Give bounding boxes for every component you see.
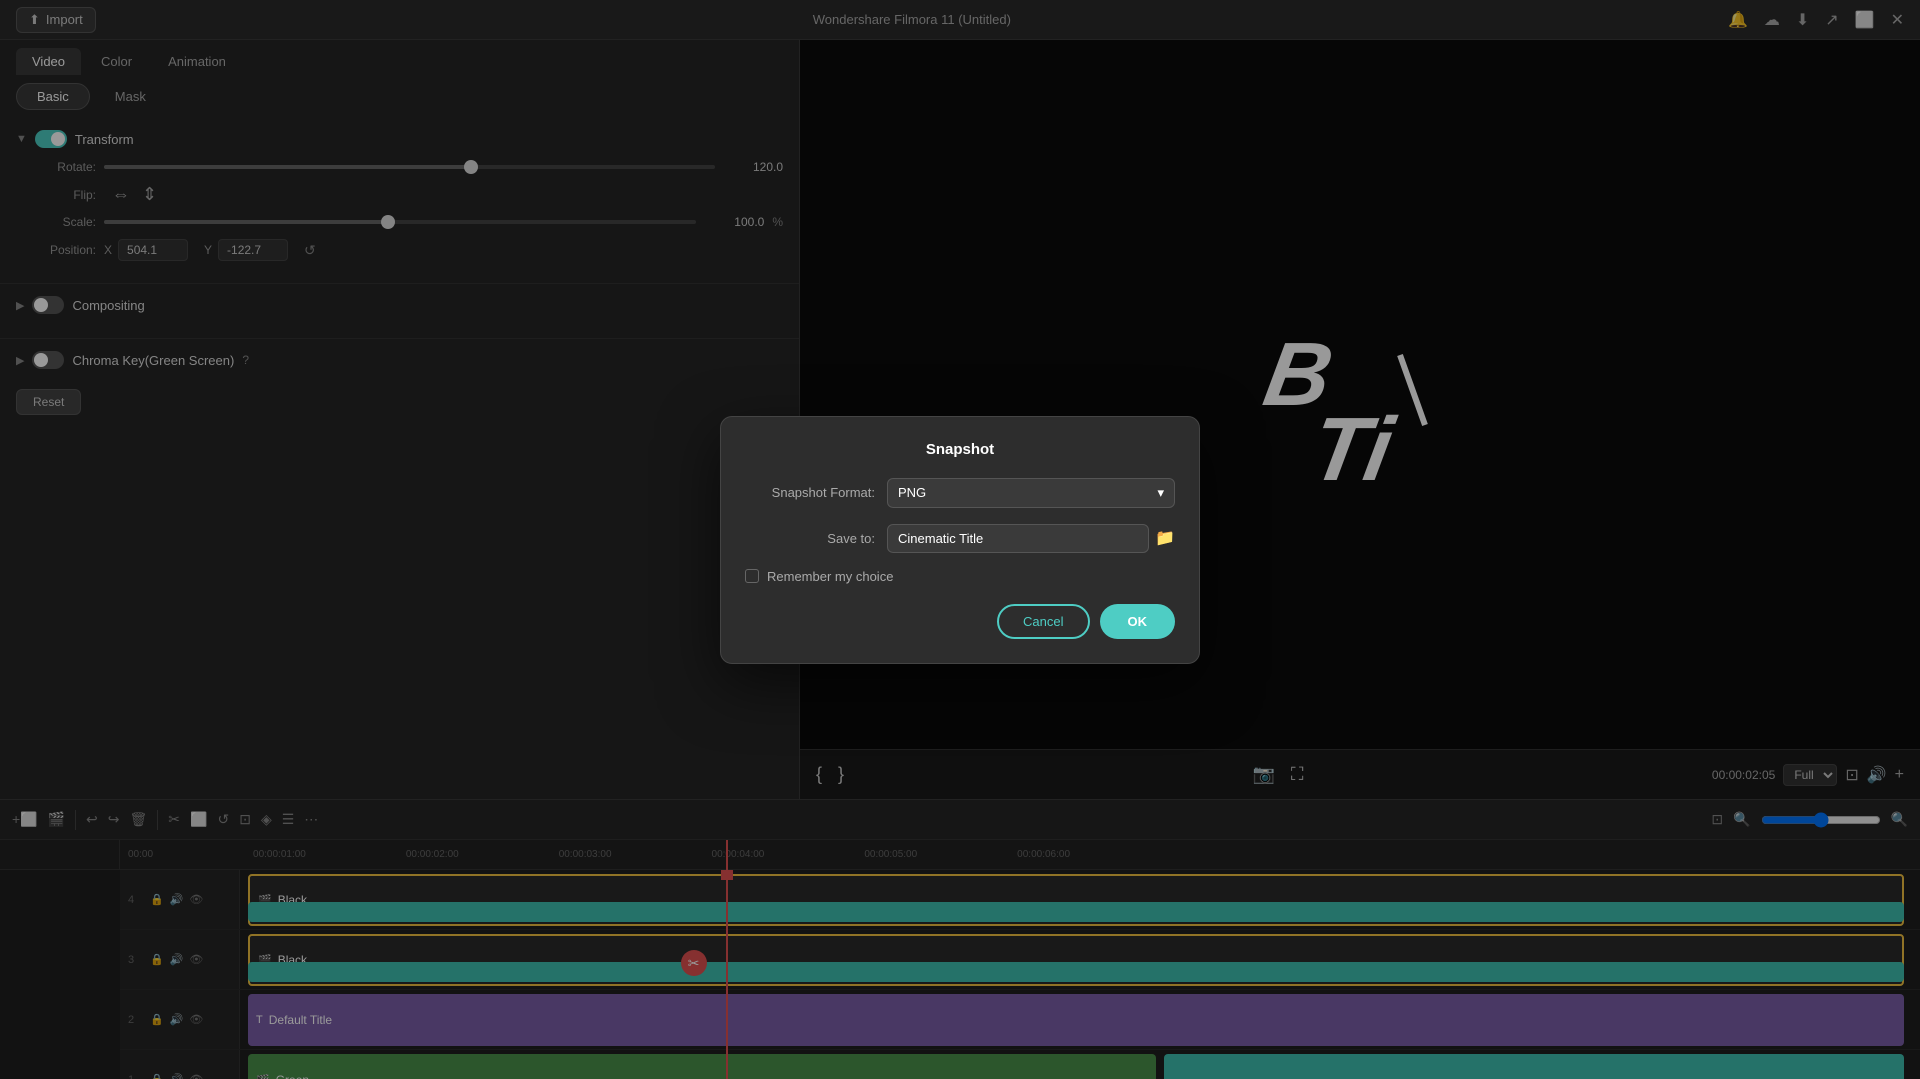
snapshot-format-select[interactable]: PNG ▾	[887, 478, 1175, 508]
snapshot-dialog: Snapshot Snapshot Format: PNG ▾ Save to:…	[720, 416, 1200, 664]
snapshot-format-label: Snapshot Format:	[745, 485, 875, 500]
ok-button[interactable]: OK	[1100, 604, 1176, 639]
remember-label: Remember my choice	[767, 569, 893, 584]
snapshot-save-path[interactable]: Cinematic Title	[887, 524, 1149, 553]
snapshot-format-value: PNG	[898, 485, 926, 500]
snapshot-format-chevron: ▾	[1157, 485, 1164, 501]
remember-choice-row: Remember my choice	[745, 569, 1175, 584]
snapshot-dialog-title: Snapshot	[745, 441, 1175, 458]
dialog-overlay: Snapshot Snapshot Format: PNG ▾ Save to:…	[0, 0, 1920, 1079]
dialog-buttons: Cancel OK	[745, 604, 1175, 639]
folder-open-icon[interactable]: 📁	[1155, 528, 1175, 548]
snapshot-save-row: Save to: Cinematic Title 📁	[745, 524, 1175, 553]
remember-checkbox[interactable]	[745, 569, 759, 583]
cancel-button[interactable]: Cancel	[997, 604, 1089, 639]
snapshot-save-input-row: Cinematic Title 📁	[887, 524, 1175, 553]
snapshot-save-label: Save to:	[745, 531, 875, 546]
snapshot-format-row: Snapshot Format: PNG ▾	[745, 478, 1175, 508]
